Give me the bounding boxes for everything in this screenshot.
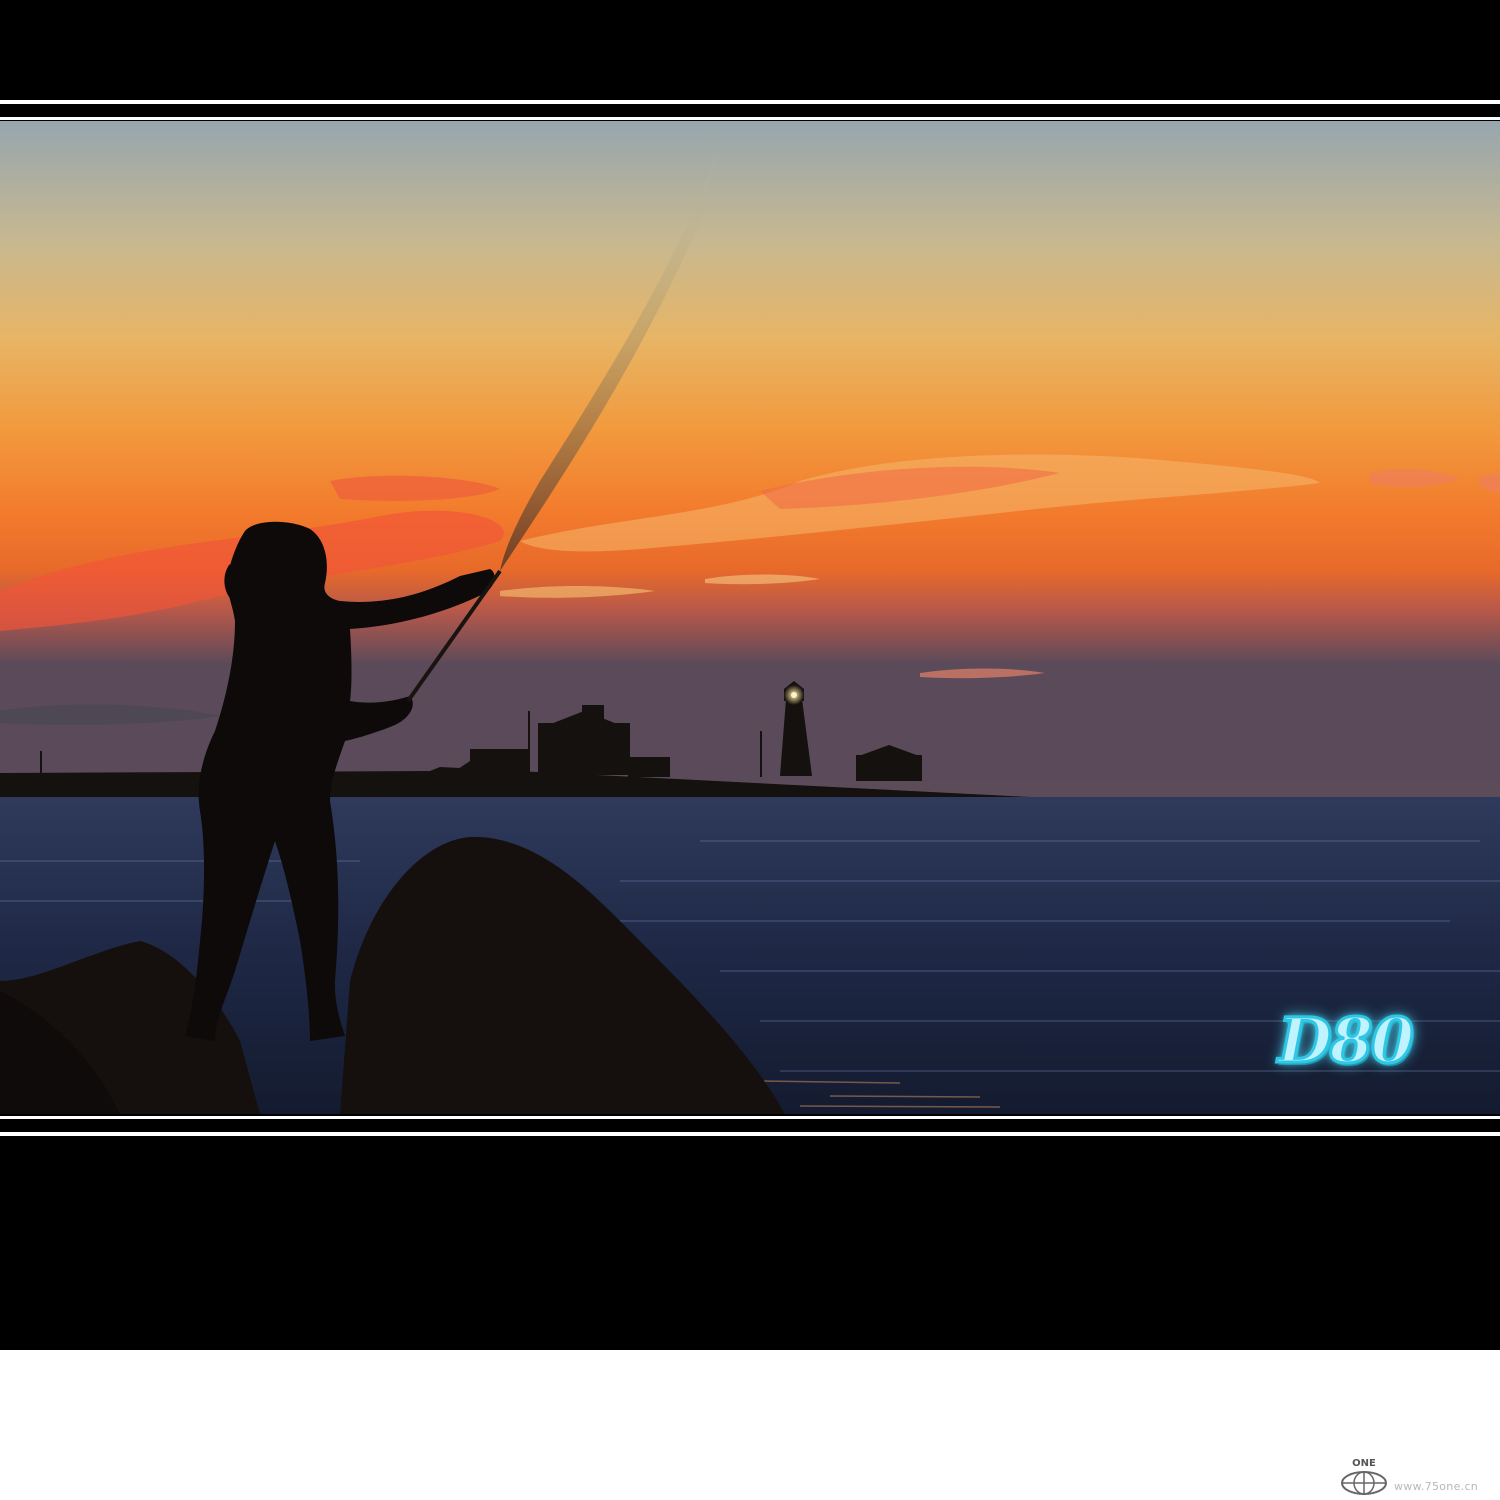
- sunset-photo: [0, 121, 1500, 1114]
- bottom-black-band: [0, 1136, 1500, 1350]
- shed: [856, 755, 922, 781]
- top-black-band: [0, 0, 1500, 100]
- top-gap: [0, 104, 1500, 117]
- bottom-rule-2: [0, 1132, 1500, 1135]
- site-url: www.75one.cn: [1394, 1480, 1479, 1493]
- globe-logo-icon: ONE: [1341, 1458, 1387, 1495]
- camera-watermark: D80: [1276, 1003, 1415, 1079]
- logo-text: ONE: [1352, 1458, 1376, 1469]
- building-left: [470, 749, 530, 775]
- bottom-gap-2: [0, 1119, 1500, 1132]
- keeper-house: [538, 723, 630, 775]
